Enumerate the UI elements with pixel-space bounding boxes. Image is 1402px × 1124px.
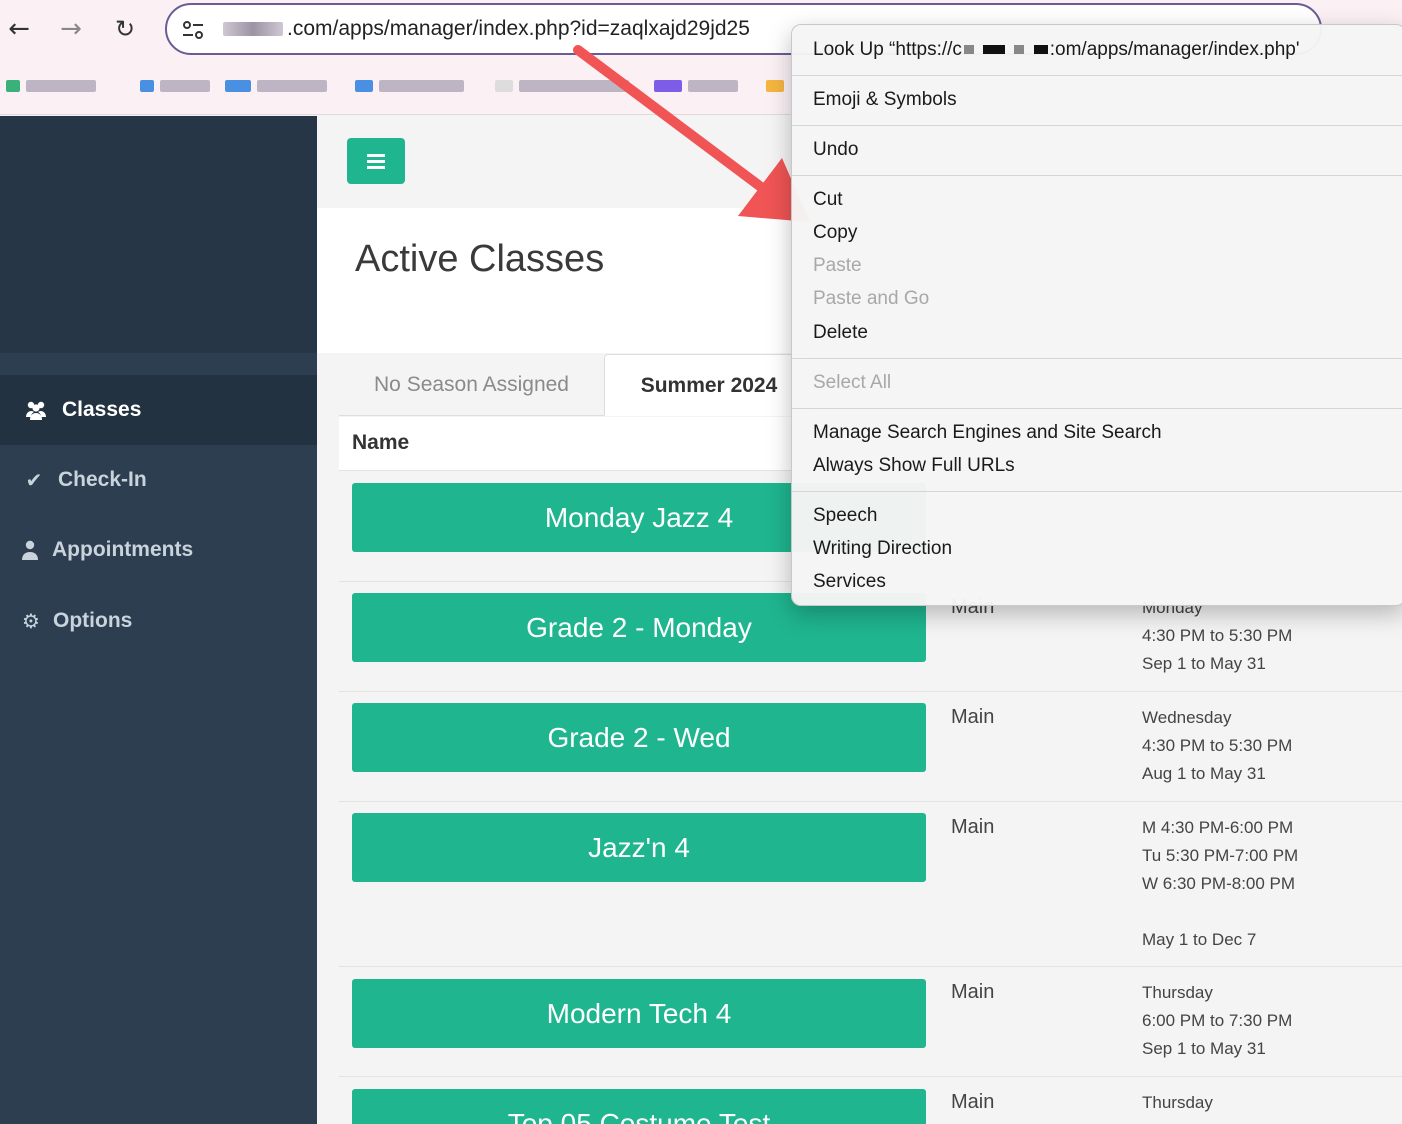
class-location: Main: [951, 981, 995, 1003]
url-text[interactable]: .com/apps/manager/index.php?id=zaqlxajd2…: [223, 17, 750, 41]
class-button[interactable]: Modern Tech 4: [352, 979, 926, 1048]
menu-item-services[interactable]: Services: [813, 571, 886, 593]
menu-item-look-up[interactable]: Look Up “https://c :om/apps/manager/inde…: [813, 39, 1299, 61]
back-arrow-icon[interactable]: ←: [4, 14, 34, 44]
sidebar-item-classes[interactable]: Classes: [0, 375, 317, 445]
class-button[interactable]: Grade 2 - Wed: [352, 703, 926, 772]
class-location: Main: [951, 706, 995, 728]
menu-item-paste-and-go: Paste and Go: [813, 288, 930, 309]
menu-separator: [792, 175, 1402, 176]
schedule-line: 4:30 PM to 5:30 PM: [1142, 626, 1293, 645]
users-icon: [24, 398, 48, 422]
menu-separator: [792, 408, 1402, 409]
menu-item-emoji-symbols[interactable]: Emoji & Symbols: [813, 89, 957, 111]
tab-summer-2024[interactable]: Summer 2024: [604, 354, 814, 416]
sidebar-item-options[interactable]: ⚙ Options: [0, 586, 317, 656]
menu-item-manage-search-engines[interactable]: Manage Search Engines and Site Search: [813, 422, 1162, 444]
gear-icon: ⚙: [22, 609, 40, 633]
menu-item-copy[interactable]: Copy: [813, 222, 857, 244]
table-row: Modern Tech 4 Main Thursday 6:00 PM to 7…: [339, 967, 1402, 1077]
table-row: Jazz'n 4 Main M 4:30 PM-6:00 PM Tu 5:30 …: [339, 802, 1402, 967]
table-row: Grade 2 - Wed Main Wednesday 4:30 PM to …: [339, 692, 1402, 802]
menu-item-delete[interactable]: Delete: [813, 322, 868, 344]
menu-item-always-show-full-urls[interactable]: Always Show Full URLs: [813, 455, 1015, 477]
class-button[interactable]: Jazz'n 4: [352, 813, 926, 882]
class-location: Main: [951, 1091, 995, 1113]
column-header-name[interactable]: Name: [352, 431, 409, 455]
bookmark-item[interactable]: [140, 76, 210, 96]
site-settings-icon[interactable]: [181, 18, 205, 42]
schedule-line: Tu 5:30 PM-7:00 PM: [1142, 846, 1299, 865]
reload-icon[interactable]: ↻: [110, 14, 140, 44]
menu-item-select-all: Select All: [813, 372, 892, 393]
menu-separator: [792, 358, 1402, 359]
class-schedule: Wednesday 4:30 PM to 5:30 PM Aug 1 to Ma…: [1142, 704, 1292, 788]
schedule-line: 6:00 PM to 7:30 PM: [1142, 1011, 1293, 1030]
menu-item-writing-direction[interactable]: Writing Direction: [813, 538, 952, 560]
sidebar-item-label: Appointments: [52, 538, 194, 561]
sidebar: Classes ✔ Check-In Appointments ⚙ Option…: [0, 116, 317, 1124]
schedule-line: Thursday: [1142, 1093, 1213, 1112]
schedule-spacer: [1142, 898, 1298, 926]
menu-item-cut[interactable]: Cut: [813, 189, 843, 211]
class-schedule: Thursday 6:00 PM to 7:30 PM Sep 1 to May…: [1142, 979, 1292, 1063]
sidebar-item-label: Options: [53, 609, 133, 632]
menu-separator: [792, 125, 1402, 126]
schedule-line: Thursday: [1142, 983, 1213, 1002]
url-value: .com/apps/manager/index.php?id=zaqlxajd2…: [287, 17, 750, 40]
menu-separator: [792, 75, 1402, 76]
sidebar-item-appointments[interactable]: Appointments: [0, 515, 317, 585]
class-schedule: Monday 4:30 PM to 5:30 PM Sep 1 to May 3…: [1142, 594, 1292, 678]
url-redaction: [223, 22, 283, 37]
schedule-line: 4:30 PM to 5:30 PM: [1142, 736, 1293, 755]
sidebar-logo-area: [0, 116, 317, 353]
class-location: Main: [951, 816, 995, 838]
table-row: Top 05 Costume Test Main Thursday: [339, 1077, 1402, 1124]
schedule-line: May 1 to Dec 7: [1142, 930, 1257, 949]
class-schedule: Thursday: [1142, 1089, 1213, 1117]
sidebar-item-label: Classes: [62, 398, 142, 421]
schedule-line: Sep 1 to May 31: [1142, 1039, 1266, 1058]
schedule-line: W 6:30 PM-8:00 PM: [1142, 874, 1296, 893]
sidebar-item-label: Check-In: [58, 468, 147, 491]
page-title: Active Classes: [355, 238, 605, 280]
forward-arrow-icon[interactable]: →: [56, 14, 86, 44]
tab-no-season[interactable]: No Season Assigned: [339, 354, 604, 416]
menu-item-paste: Paste: [813, 255, 862, 276]
annotation-arrow-icon: [573, 45, 810, 222]
sidebar-item-check-in[interactable]: ✔ Check-In: [0, 445, 317, 515]
hamburger-icon: [367, 154, 385, 157]
user-icon: [18, 538, 42, 562]
class-button[interactable]: Top 05 Costume Test: [352, 1089, 926, 1124]
schedule-line: Aug 1 to May 31: [1142, 764, 1266, 783]
menu-toggle-button[interactable]: [347, 138, 405, 184]
bookmark-item[interactable]: [225, 76, 327, 96]
check-icon: ✔: [25, 468, 43, 492]
class-schedule: M 4:30 PM-6:00 PM Tu 5:30 PM-7:00 PM W 6…: [1142, 814, 1298, 954]
bookmark-item[interactable]: [355, 76, 464, 96]
schedule-line: Sep 1 to May 31: [1142, 654, 1266, 673]
bookmark-item[interactable]: [6, 76, 96, 96]
menu-separator: [792, 491, 1402, 492]
context-menu: Look Up “https://c :om/apps/manager/inde…: [791, 24, 1402, 606]
menu-item-undo[interactable]: Undo: [813, 139, 858, 161]
schedule-line: M 4:30 PM-6:00 PM: [1142, 818, 1294, 837]
schedule-line: Wednesday: [1142, 708, 1232, 727]
menu-item-speech[interactable]: Speech: [813, 505, 877, 527]
